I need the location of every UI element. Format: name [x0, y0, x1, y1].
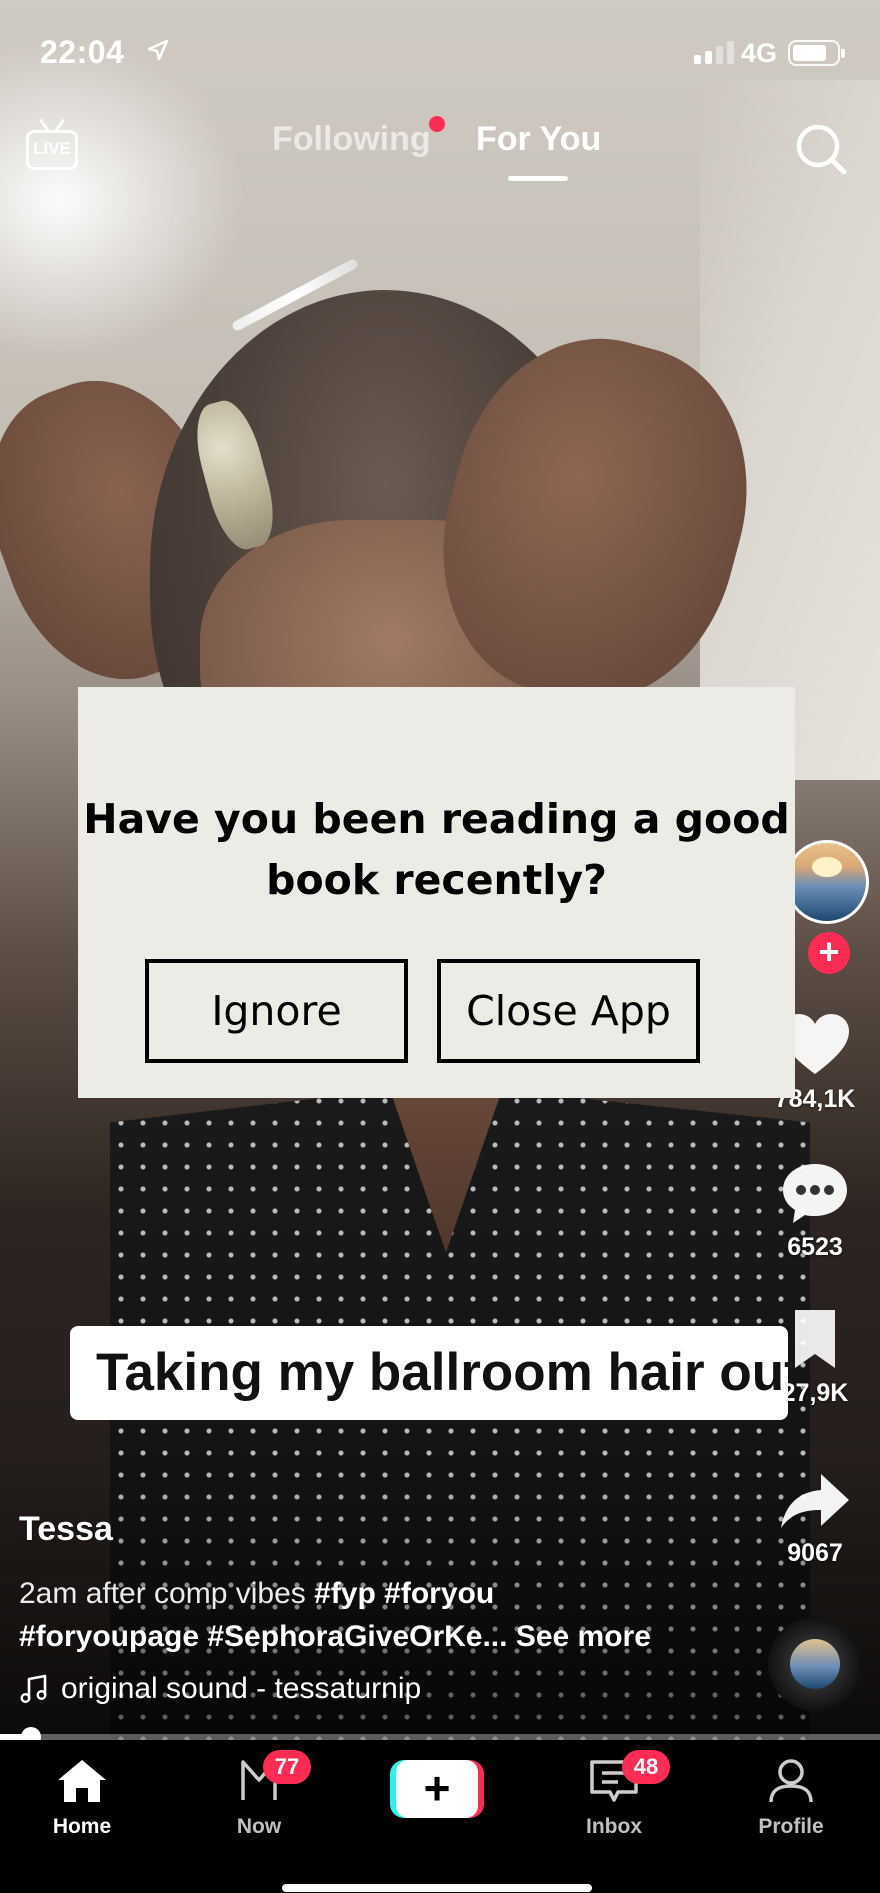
- comment-count: 6523: [787, 1233, 843, 1261]
- sound-link[interactable]: original sound - tessaturnip: [19, 1672, 421, 1706]
- search-button[interactable]: [792, 120, 852, 180]
- tab-home[interactable]: Home: [12, 1758, 152, 1839]
- close-app-button[interactable]: Close App: [437, 959, 700, 1063]
- sound-disc[interactable]: [768, 1617, 862, 1711]
- share-button[interactable]: 9067: [750, 1472, 880, 1568]
- status-time: 22:04: [40, 34, 125, 70]
- location-arrow-icon: [147, 39, 169, 61]
- live-button[interactable]: LIVE: [26, 116, 80, 176]
- tab-inbox-label: Inbox: [586, 1815, 642, 1838]
- video-description[interactable]: 2am after comp vibes #fyp #foryou #foryo…: [19, 1572, 679, 1658]
- music-note-icon: [20, 1674, 47, 1704]
- sound-name: original sound - tessaturnip: [61, 1672, 422, 1705]
- live-label: LIVE: [33, 139, 71, 158]
- create-button[interactable]: +: [390, 1760, 484, 1818]
- inbox-badge: 48: [622, 1750, 670, 1784]
- now-badge: 77: [263, 1750, 311, 1784]
- network-type: 4G: [741, 38, 778, 68]
- share-arrow-icon: [781, 1474, 849, 1528]
- active-tab-indicator: [508, 176, 568, 181]
- ignore-button[interactable]: Ignore: [145, 959, 408, 1063]
- tab-now-label: Now: [236, 1815, 282, 1838]
- tab-home-label: Home: [52, 1815, 112, 1838]
- reading-prompt-dialog: Have you been reading a good book recent…: [78, 687, 795, 1098]
- creator-avatar[interactable]: [785, 840, 869, 924]
- home-icon: [58, 1760, 106, 1802]
- tab-inbox[interactable]: 48 Inbox: [544, 1750, 684, 1839]
- home-indicator: [282, 1884, 592, 1892]
- tab-profile[interactable]: Profile: [721, 1758, 861, 1839]
- battery-level: [793, 45, 826, 61]
- tab-following[interactable]: Following: [272, 120, 431, 159]
- profile-icon: [769, 1759, 813, 1803]
- battery-icon: [788, 40, 845, 66]
- description-text: 2am after comp vibes: [19, 1577, 315, 1610]
- following-notification-dot: [429, 116, 445, 132]
- dialog-question: Have you been reading a good book recent…: [83, 795, 790, 904]
- tab-now[interactable]: 77 Now: [189, 1750, 329, 1839]
- status-bar: 22:04 4G: [0, 0, 880, 110]
- tab-profile-label: Profile: [758, 1815, 824, 1838]
- share-count: 9067: [787, 1539, 843, 1567]
- description-tags-line2[interactable]: #foryoupage #SephoraGiveOrKe...: [19, 1620, 507, 1653]
- bottom-tab-bar: Home 77 Now + 48 Inbox Profile: [0, 1740, 880, 1893]
- follow-button[interactable]: +: [808, 932, 850, 974]
- top-nav: LIVE Following For You: [0, 110, 880, 200]
- video-caption-sticker: Taking my ballroom hair out: [70, 1326, 788, 1420]
- description-tags-line1[interactable]: #fyp #foryou: [314, 1577, 494, 1610]
- create-plus-icon: +: [396, 1760, 478, 1818]
- signal-strength-icon: [694, 40, 734, 64]
- comment-bubble-icon: [783, 1164, 847, 1223]
- search-icon: [796, 124, 847, 175]
- author-name[interactable]: Tessa: [19, 1510, 113, 1549]
- see-more-link[interactable]: See more: [516, 1620, 651, 1653]
- bookmark-icon: [795, 1310, 835, 1368]
- tab-for-you[interactable]: For You: [476, 120, 601, 159]
- comment-button[interactable]: 6523: [750, 1160, 880, 1262]
